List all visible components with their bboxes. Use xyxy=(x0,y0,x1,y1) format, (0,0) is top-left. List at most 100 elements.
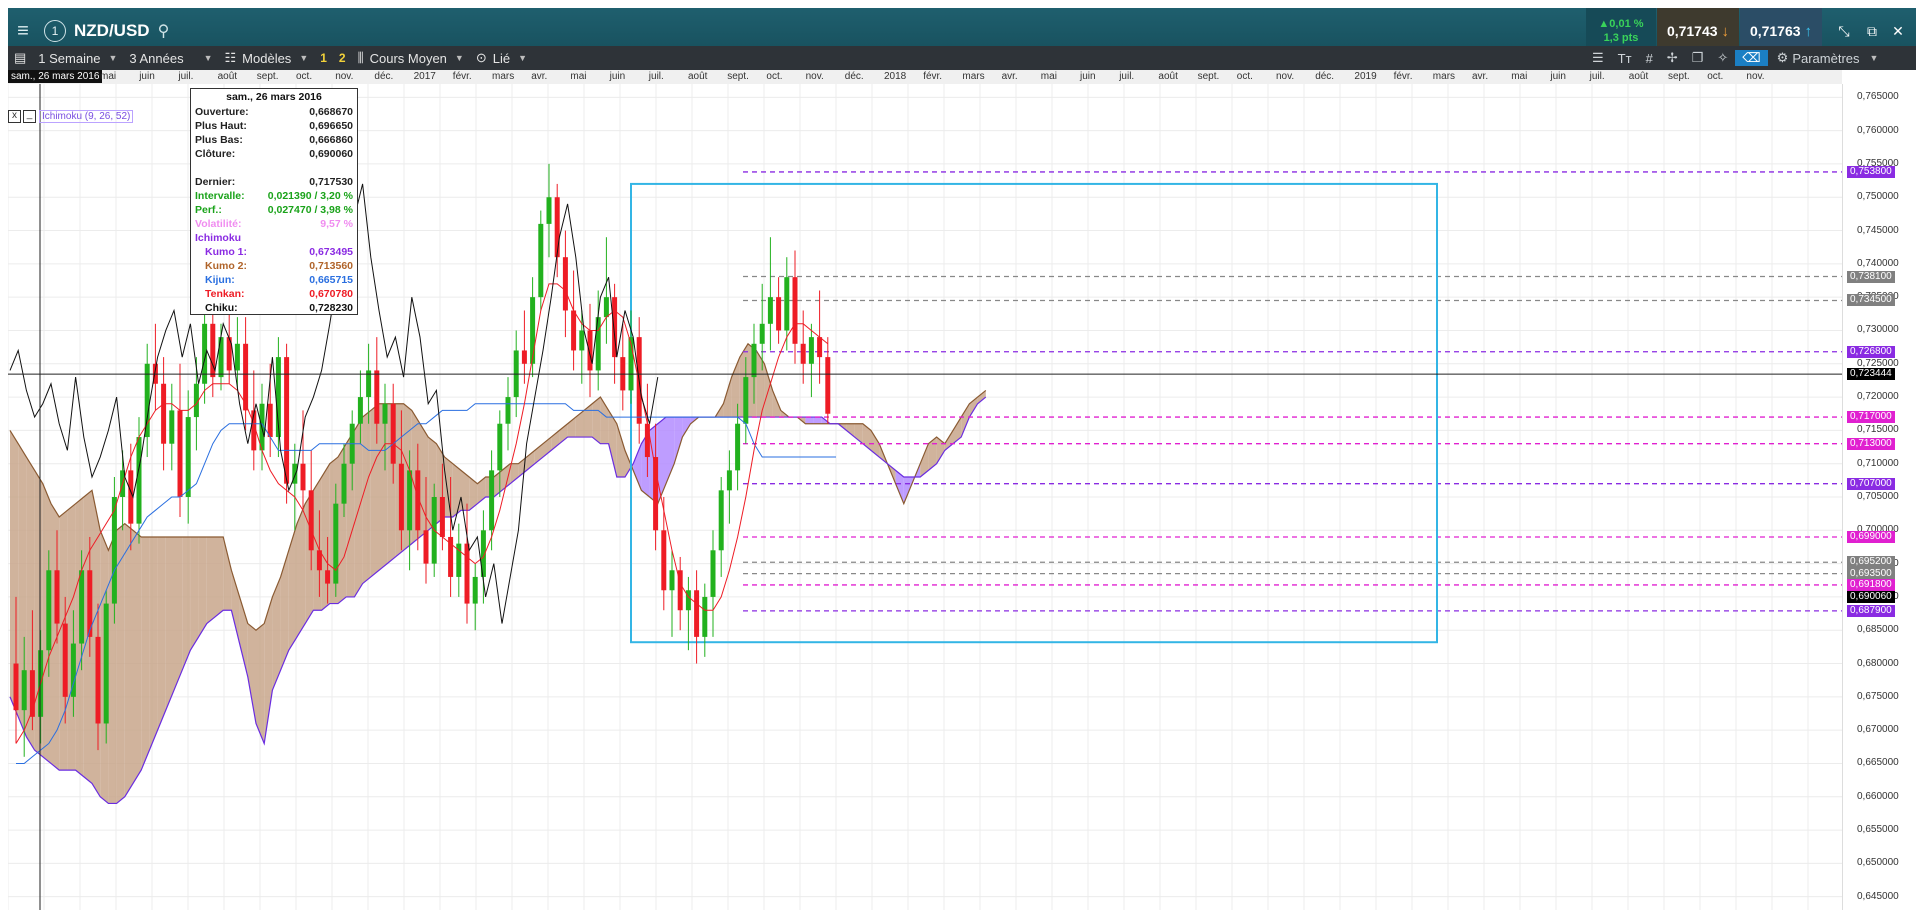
tenkan-row: Tenkan: 0,670780 xyxy=(205,288,353,300)
price-label: 0,685000 xyxy=(1857,624,1899,636)
perf-row: Perf.: 0,027470 / 3,98 % xyxy=(195,204,353,216)
kumo-segment xyxy=(157,536,166,731)
ohlc-info-box: sam., 26 mars 2016 Ouverture: 0,668670 Pl… xyxy=(190,88,358,315)
text-tool-icon[interactable]: Tт xyxy=(1611,51,1639,66)
time-axis-label: août xyxy=(688,71,708,82)
bottom-strip xyxy=(8,910,1916,922)
linked-select[interactable]: ⊙ Lié ▼ xyxy=(470,46,533,70)
candle-body xyxy=(669,570,675,591)
candle-body xyxy=(751,343,757,378)
candle-body xyxy=(743,377,749,424)
candle-body xyxy=(587,330,593,371)
chevron-down-icon[interactable]: ▼ xyxy=(1870,53,1879,63)
kumo-segment xyxy=(846,423,855,438)
candle-body xyxy=(726,470,732,491)
price-label: 0,730000 xyxy=(1857,324,1899,336)
candle-body xyxy=(530,297,536,364)
kumo-segment xyxy=(67,503,76,771)
candle-body xyxy=(325,570,331,584)
kumo-segment xyxy=(231,570,240,644)
kumo-segment xyxy=(297,503,306,637)
time-axis-label: oct. xyxy=(1236,71,1253,82)
price-label: 0,655000 xyxy=(1857,824,1899,836)
kumo-segment xyxy=(247,623,256,724)
price-label: 0,665000 xyxy=(1857,757,1899,769)
models-select[interactable]: ☷ Modèles ▼ xyxy=(219,46,315,70)
price-label: 0,710000 xyxy=(1857,457,1899,469)
kumo-segment xyxy=(165,536,174,711)
kumo-segment xyxy=(608,410,617,478)
time-axis-label: juin xyxy=(1550,71,1566,82)
range-select[interactable]: 3 Années ▼ xyxy=(123,46,218,70)
grid-icon[interactable]: # xyxy=(1639,51,1660,66)
candle-body xyxy=(784,277,790,331)
kumo-segment xyxy=(133,530,142,784)
open-row: Ouverture: 0,668670 xyxy=(195,106,353,118)
candle-body xyxy=(825,357,831,414)
time-axis-label: juin xyxy=(139,71,155,82)
price-type-select[interactable]: ⫼ Cours Moyen ▼ xyxy=(352,46,470,70)
list-icon[interactable]: ☰ xyxy=(1585,50,1611,66)
time-axis-label: mai xyxy=(570,71,587,82)
period-select[interactable]: 1 Semaine ▼ xyxy=(32,46,123,70)
time-axis-label: août xyxy=(1158,71,1178,82)
minimize-indicator-icon[interactable]: _ xyxy=(23,110,36,123)
change-points: 1,3 pts xyxy=(1603,32,1639,44)
crosshair-tool-icon[interactable]: ✢ xyxy=(1660,50,1685,66)
time-axis-label: mai xyxy=(100,71,117,82)
gear-icon[interactable]: ⚙ xyxy=(1768,50,1793,66)
kumo-segment xyxy=(444,457,453,517)
price-label: 0,645000 xyxy=(1857,890,1899,902)
time-axis-label: mai xyxy=(1511,71,1528,82)
eraser-icon[interactable]: ⌫ xyxy=(1735,50,1768,66)
candle-body xyxy=(333,503,339,584)
right-tools: ☰ Tт # ✢ ❐ ✧ ⌫ ⚙ Paramètres ▼ xyxy=(1585,46,1878,70)
close-indicator-icon[interactable]: x xyxy=(8,110,21,123)
candle-body xyxy=(185,417,191,497)
kumo-segment xyxy=(313,477,322,611)
duplicate-icon[interactable]: ❐ xyxy=(1685,50,1711,66)
candle-body xyxy=(571,310,577,351)
kumo-segment xyxy=(370,403,379,577)
search-icon[interactable]: ⚲ xyxy=(158,21,170,41)
layout-slot-1[interactable]: 1 xyxy=(314,51,333,65)
kumo-segment xyxy=(124,523,133,797)
last-row: Dernier: 0,717530 xyxy=(195,176,353,188)
time-axis-label: oct. xyxy=(766,71,783,82)
time-axis-label: sept. xyxy=(1197,71,1220,82)
indicator-legend: x _ Ichimoku (9, 26, 52) xyxy=(8,110,134,123)
price-label: 0,765000 xyxy=(1857,91,1899,103)
time-axis-label: août xyxy=(217,71,238,82)
time-axis-label: juin xyxy=(609,71,626,82)
pin-icon[interactable]: ✧ xyxy=(1710,50,1735,66)
price-label: 0,760000 xyxy=(1857,124,1899,136)
close-row: Clôture: 0,690060 xyxy=(195,148,353,160)
candle-body xyxy=(382,403,388,424)
time-axis-label: nov. xyxy=(805,71,824,82)
time-axis-label: mars xyxy=(1432,71,1456,82)
volatility-row: Volatilité: 9,57 % xyxy=(195,218,353,230)
candle-body xyxy=(603,297,609,318)
symbol-title[interactable]: NZD/USD xyxy=(74,21,150,41)
candle-body xyxy=(489,470,495,531)
kumo-segment xyxy=(805,417,814,424)
ask-price: 0,71763 xyxy=(1749,23,1801,39)
info-badge[interactable]: 1 xyxy=(44,20,66,42)
kumo-segment xyxy=(182,536,191,671)
kumo-segment xyxy=(51,503,60,771)
time-axis-label: nov. xyxy=(1276,71,1295,82)
time-axis-label: juil. xyxy=(1589,71,1605,82)
panel-toggle-icon[interactable]: ▤ xyxy=(8,46,32,70)
settings-button[interactable]: Paramètres xyxy=(1792,51,1859,66)
candle-body xyxy=(54,570,60,624)
candle-body xyxy=(407,470,413,531)
layout-slot-2[interactable]: 2 xyxy=(333,51,352,65)
candle-body xyxy=(554,197,560,258)
time-axis-label: avr. xyxy=(1001,71,1018,82)
price-tag: 0,738100 xyxy=(1847,270,1895,283)
time-axis-label: mai xyxy=(1040,71,1057,82)
price-axis[interactable]: 0,765000 0,760000 0,755000 0,750000 0,745000… xyxy=(1842,84,1917,910)
kumo-segment xyxy=(977,390,986,404)
indicator-label[interactable]: Ichimoku (9, 26, 52) xyxy=(39,110,134,123)
kumo1-row: Kumo 1: 0,673495 xyxy=(205,246,353,258)
